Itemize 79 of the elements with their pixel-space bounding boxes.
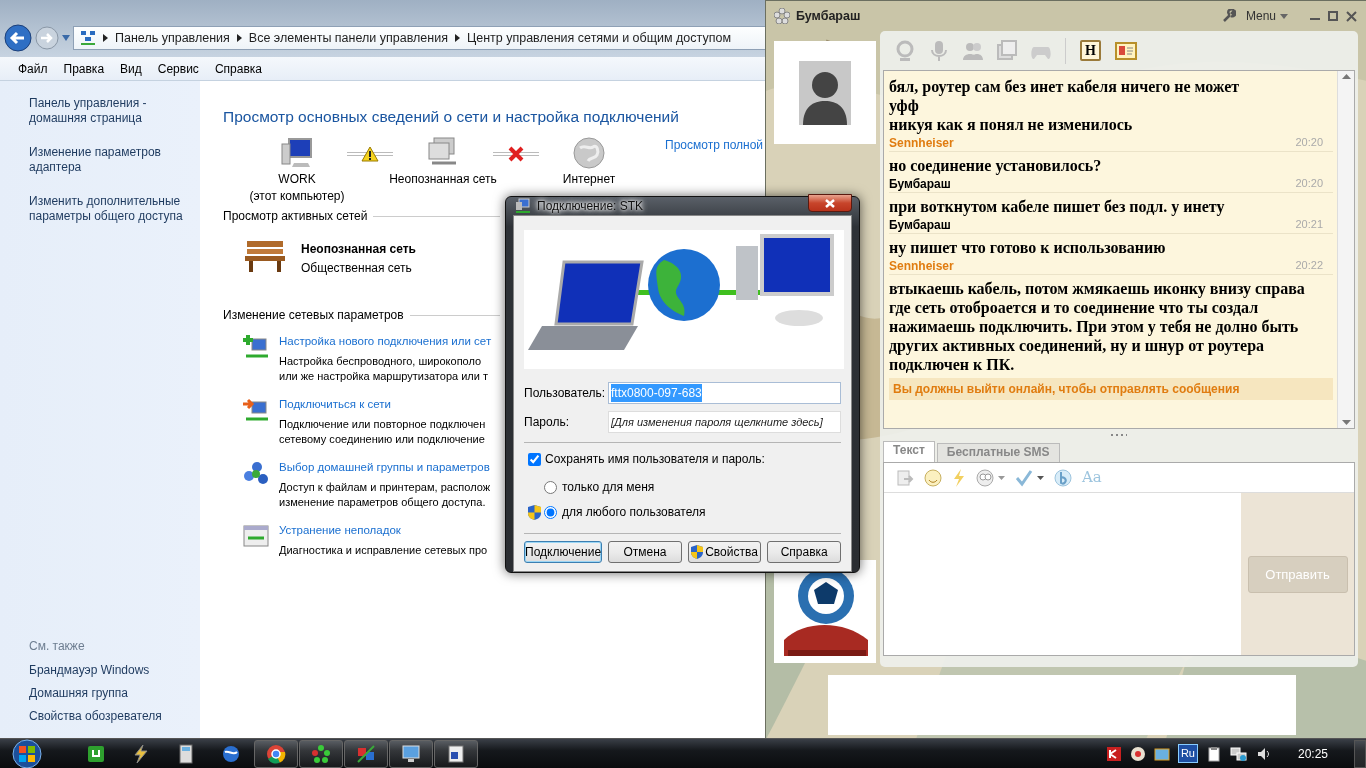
field-label: Пароль:: [524, 414, 570, 431]
radio-button[interactable]: [544, 505, 557, 519]
globe-icon: [221, 743, 241, 764]
task-link[interactable]: Настройка нового подключения или сет: [279, 334, 492, 350]
task-description: Подключение или повторное подключен сетевому соединению или подключение: [279, 417, 486, 448]
username-value: fttx0800-097-683: [611, 384, 702, 402]
sidebar-link[interactable]: Брандмауэр Windows: [29, 663, 189, 678]
network-name: Неопознанная сеть: [301, 241, 416, 259]
full-map-link[interactable]: Просмотр полной: [665, 136, 764, 155]
network-icon[interactable]: [1229, 745, 1248, 762]
task-link[interactable]: Устранение неполадок: [279, 523, 488, 539]
clipboard-icon[interactable]: [1205, 745, 1222, 762]
download-client-icon: [86, 743, 106, 764]
address-bar[interactable]: Панель управления Все элементы панели управления Центр управления сетями и общим доступом: [73, 26, 766, 50]
section-label: См. также: [29, 638, 86, 655]
breadcrumb-item[interactable]: Панель управления: [115, 28, 230, 48]
dialog-button[interactable]: Подключение: [524, 541, 603, 563]
clock: 20:25: [1297, 745, 1328, 763]
monitor-icon: [401, 743, 421, 764]
node-label: Интернет: [562, 172, 616, 188]
dialog-title: Подключение: STK: [537, 198, 644, 215]
checkbox-label: Сохранять имя пользователя и пароль:: [545, 451, 765, 468]
globe-icon: [572, 136, 606, 171]
antivirus-icon[interactable]: [1105, 745, 1122, 762]
connection-icon: [515, 198, 531, 214]
task-link[interactable]: Выбор домашней группы и параметров: [279, 460, 491, 476]
back-button[interactable]: [4, 24, 32, 52]
chevron-icon[interactable]: [103, 34, 108, 42]
node-label: WORK: [278, 172, 316, 188]
chevron-icon[interactable]: [236, 34, 242, 42]
node-label: Неопознанная сеть: [389, 172, 497, 188]
radio-label: для любого пользователя: [562, 504, 706, 521]
troubleshoot-icon: [242, 523, 270, 550]
task-link[interactable]: Подключиться к сети: [279, 397, 486, 413]
menu-item[interactable]: Правка: [55, 59, 113, 78]
sidebar-link[interactable]: Свойства обозревателя: [29, 709, 189, 724]
taskbar-button[interactable]: [254, 739, 298, 768]
network-folder-icon: [80, 30, 96, 46]
field-label: Пользователь:: [524, 385, 607, 402]
task-description: Доступ к файлам и принтерам, располож изменение параметров общего доступа.: [279, 480, 491, 511]
sidebar-link[interactable]: Панель управления - домашняя страница: [29, 96, 189, 126]
menu-item[interactable]: Файл: [10, 59, 56, 78]
document-icon: [446, 743, 466, 764]
calculator-icon: [176, 743, 196, 764]
task-description: Настройка беспроводного, широкополо или же настройка маршрутизатора или т: [279, 354, 489, 385]
section-title: Изменение сетевых параметров: [223, 307, 404, 325]
taskbar-button[interactable]: [434, 739, 478, 768]
dialog-button[interactable]: Свойства: [687, 541, 762, 563]
network-icon: [356, 743, 376, 764]
radio-label: только для меня: [562, 479, 655, 496]
lightning-icon: [131, 743, 151, 764]
error-icon: [508, 146, 524, 163]
connect-icon: [242, 397, 270, 424]
app-icon[interactable]: [1153, 745, 1170, 762]
taskbar-button[interactable]: [389, 739, 433, 768]
sidebar-link[interactable]: Изменение параметров адаптера: [29, 145, 189, 175]
dialog-button[interactable]: Отмена: [608, 541, 682, 563]
menu-item[interactable]: Сервис: [149, 59, 207, 78]
task-description: Диагностика и исправление сетевых про: [279, 543, 488, 559]
language-indicator[interactable]: Ru: [1177, 744, 1198, 763]
homegroup-icon: [242, 460, 270, 487]
network-type: Общественная сеть: [301, 260, 413, 278]
section-title: Просмотр активных сетей: [223, 208, 368, 226]
dropdown-icon[interactable]: [62, 35, 70, 41]
breadcrumb-item[interactable]: Центр управления сетями и общим доступом: [466, 28, 731, 48]
menu-item[interactable]: Вид: [112, 59, 150, 78]
taskbar-button[interactable]: [299, 739, 343, 768]
checkbox[interactable]: [528, 452, 541, 466]
new-connection-icon: [242, 334, 270, 361]
radio-button[interactable]: [544, 480, 557, 494]
sidebar-link[interactable]: Изменить дополнительные параметры общего доступа: [29, 194, 189, 224]
node-label: (этот компьютер): [249, 189, 345, 205]
browser-icon: [266, 743, 286, 764]
breadcrumb-item[interactable]: Все элементы панели управления: [248, 28, 448, 48]
menu-item[interactable]: Справка: [206, 59, 270, 78]
sidebar-link[interactable]: Домашняя группа: [29, 686, 189, 701]
chevron-icon[interactable]: [454, 34, 460, 42]
page-heading: Просмотр основных сведений о сети и настройка подключений: [223, 107, 680, 127]
warning-icon: [361, 146, 379, 163]
